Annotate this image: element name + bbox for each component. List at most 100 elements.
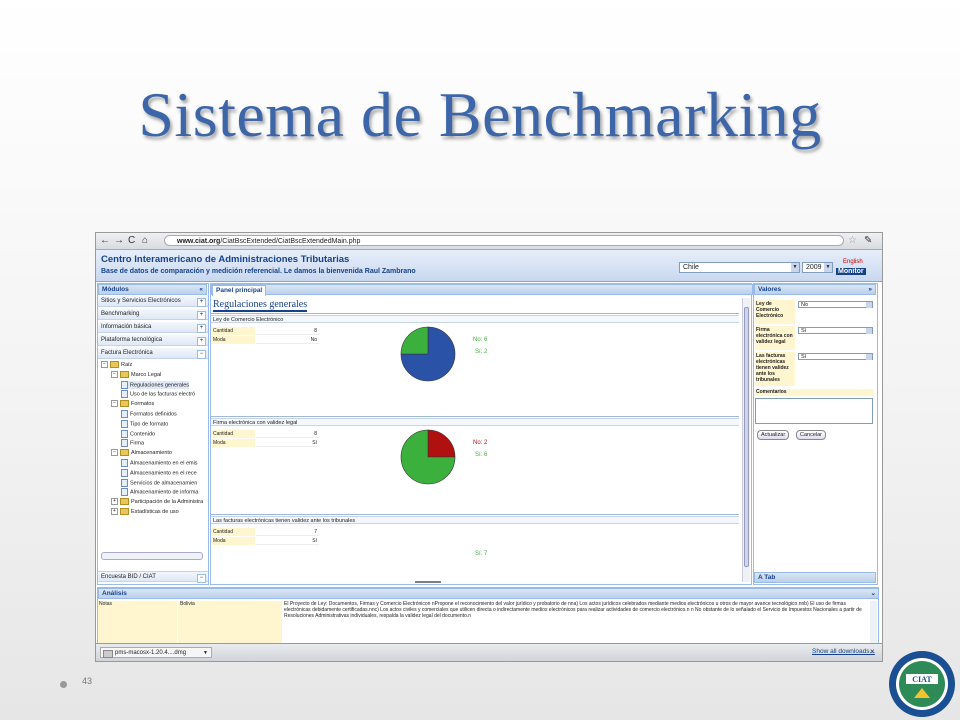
kpi-moda-value: No	[256, 336, 319, 344]
tree-expander-icon[interactable]: +	[111, 508, 118, 516]
module-item[interactable]: Plataforma tecnológica +	[98, 335, 208, 346]
tree-node[interactable]: Almacenamiento en el rece	[121, 468, 197, 477]
module-item[interactable]: Factura Electrónica −	[98, 348, 208, 359]
document-icon	[121, 459, 128, 467]
tree-node-label: Servicios de almacenamien	[130, 480, 198, 487]
values-select-ley-value: No	[801, 302, 809, 308]
tree-expander-icon[interactable]: −	[111, 400, 118, 408]
chevron-down-icon	[866, 302, 872, 308]
tree-node-label: Almacenamiento en el rece	[130, 470, 197, 477]
year-select[interactable]: 2009 ▼	[802, 262, 833, 273]
toggle-icon[interactable]: −	[197, 350, 206, 359]
kpi-cantidad-value: 8	[256, 327, 319, 335]
update-button[interactable]: Actualizar	[757, 430, 790, 440]
analysis-scrollbar[interactable]	[870, 601, 877, 643]
chevron-down-icon: ▼	[791, 263, 799, 272]
collapse-down-icon[interactable]: ⌄	[871, 589, 876, 598]
tree-node[interactable]: Almacenamiento en el emis	[121, 459, 198, 467]
kpi-cantidad-row: Cantidad 8	[211, 327, 319, 335]
url-host: www.ciat.org	[177, 238, 221, 245]
close-icon[interactable]: ×	[870, 647, 875, 656]
tree-node[interactable]: Servicios de almacenamien	[121, 478, 198, 487]
tree-node[interactable]: − Raíz	[101, 361, 132, 369]
scroll-thumb[interactable]	[744, 307, 749, 567]
values-select-facturas-value: Sí	[801, 354, 807, 360]
pie-slice-no	[427, 429, 456, 458]
app-header: Centro Interamericano de Administracione…	[96, 250, 882, 282]
vertical-scrollbar[interactable]	[742, 298, 750, 582]
monitor-button[interactable]: Monitor	[836, 268, 866, 275]
home-button[interactable]: ⌂	[142, 235, 148, 247]
kpi-moda-row: Moda Sí	[211, 439, 319, 447]
toggle-icon[interactable]: +	[197, 324, 206, 333]
tree-node[interactable]: Contenido	[121, 429, 156, 438]
tree-node[interactable]: + Participación de la Administra	[111, 498, 203, 506]
horizontal-scrollbar[interactable]	[101, 552, 203, 560]
a-tab-label: A Tab	[758, 574, 776, 581]
tree-node[interactable]: − Formatos	[111, 400, 154, 408]
tree-expander-icon[interactable]: +	[111, 498, 118, 506]
expand-icon[interactable]: »	[868, 285, 872, 294]
tree-expander-icon[interactable]: −	[111, 370, 118, 378]
comments-textarea[interactable]	[755, 398, 873, 424]
modules-title: Módulos	[102, 286, 129, 293]
tree-node[interactable]: Formatos definidos	[121, 410, 177, 418]
address-bar[interactable]: www.ciat.org/CiatBscExtended/CiatBscExte…	[164, 235, 844, 246]
tree-node[interactable]: + Estadísticas de uso	[111, 508, 179, 516]
values-select-ley[interactable]: No	[798, 301, 873, 308]
main-panel: Panel principal Regulaciones generales L…	[210, 283, 753, 585]
module-item[interactable]: Sitios y Servicios Electrónicos +	[98, 296, 208, 307]
reload-button[interactable]: C	[128, 235, 135, 247]
tree-node[interactable]: Tipo de formato	[121, 419, 168, 428]
tree-node-label: Contenido	[130, 431, 156, 438]
settings-wrench-icon[interactable]: ✎	[864, 235, 872, 247]
tree-node[interactable]: Firma	[121, 439, 144, 448]
minus-icon[interactable]: −	[197, 574, 206, 583]
comments-label: Comentarios	[755, 389, 874, 396]
modules-panel: Módulos « Sitios y Servicios Electrónico…	[97, 283, 209, 585]
tab-panel-principal[interactable]: Panel principal	[212, 285, 267, 296]
tree-node-label: Raíz	[121, 362, 133, 368]
tree-node[interactable]: − Marco Legal	[111, 370, 161, 379]
tree-node[interactable]: Uso de las facturas electró	[121, 390, 195, 399]
tree-expander-icon[interactable]: −	[111, 449, 118, 457]
a-tab[interactable]: A Tab	[754, 572, 876, 583]
tree-node[interactable]: Regulaciones generales	[121, 380, 190, 390]
folder-icon	[120, 370, 129, 378]
svg-text:CIAT: CIAT	[912, 675, 932, 684]
language-link[interactable]: English	[843, 259, 863, 265]
module-item[interactable]: Benchmarking +	[98, 309, 208, 320]
module-item-label: Sitios y Servicios Electrónicos	[101, 298, 181, 304]
tree-node-label: Almacenamiento de informa	[130, 489, 199, 496]
back-button[interactable]: ←	[100, 235, 110, 247]
download-item[interactable]: pms-macosx-1.20.4....dmg ▼	[100, 647, 212, 658]
values-select-facturas[interactable]: Sí	[798, 353, 873, 360]
bookmark-star-icon[interactable]: ☆	[848, 235, 857, 247]
country-select[interactable]: Chile ▼	[679, 262, 800, 273]
toggle-icon[interactable]: +	[197, 337, 206, 346]
toggle-icon[interactable]: +	[197, 298, 206, 307]
kpi-moda-row: Moda Sí	[211, 537, 319, 545]
forward-button[interactable]: →	[114, 235, 124, 247]
tree-expander-icon[interactable]: −	[101, 361, 108, 369]
cancel-button[interactable]: Cancelar	[796, 430, 827, 440]
module-item[interactable]: Información básica +	[98, 322, 208, 333]
values-panel: Valores » Ley de Comercio Electrónico No…	[753, 283, 878, 585]
folder-icon	[110, 361, 119, 369]
collapse-icon[interactable]: «	[199, 285, 203, 294]
kpi-cantidad-row: Cantidad 7	[211, 528, 319, 536]
kpi-title: Ley de Comercio Electrónico	[211, 315, 739, 323]
survey-footer[interactable]: Encuesta BID / CIAT −	[98, 571, 208, 583]
toggle-icon[interactable]: +	[197, 311, 206, 320]
module-item-label: Información básica	[101, 324, 152, 330]
document-icon	[121, 429, 128, 438]
section-divider	[211, 313, 739, 314]
tree-node[interactable]: − Almacenamiento	[111, 449, 172, 457]
kpi-cantidad-label: Cantidad	[211, 528, 255, 536]
notes-text: El Proyecto de Ley: Documentos, Firmas y…	[284, 601, 862, 619]
show-all-downloads-link[interactable]: Show all downloads...	[812, 648, 875, 655]
chevron-down-icon[interactable]: ▼	[203, 648, 208, 659]
url-path: /CiatBscExtended/CiatBscExtendedMain.php	[220, 238, 361, 245]
values-select-firma[interactable]: Sí	[798, 327, 873, 334]
tree-node[interactable]: Almacenamiento de informa	[121, 488, 199, 497]
